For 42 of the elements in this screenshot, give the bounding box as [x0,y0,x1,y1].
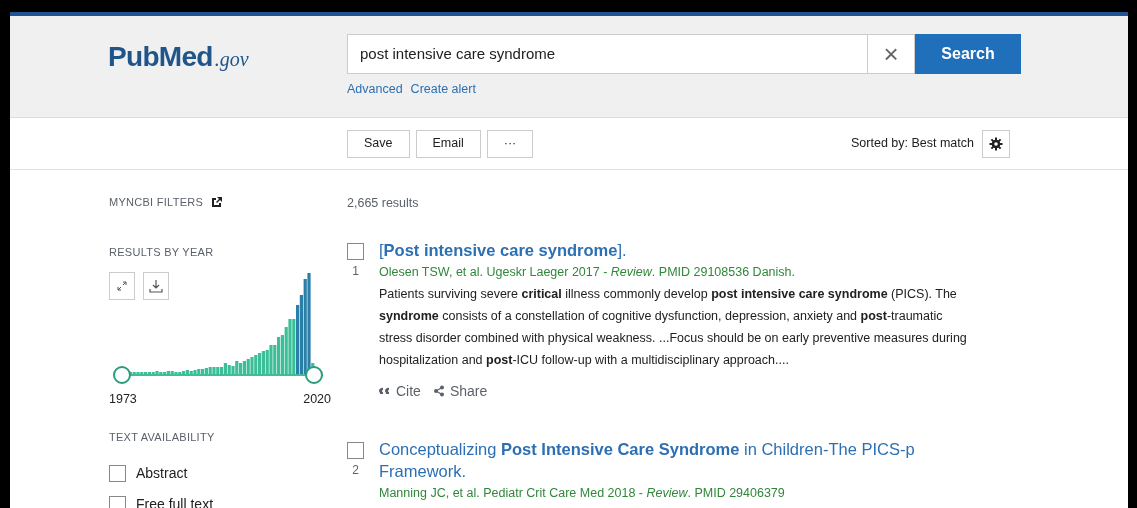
toolbar-button[interactable]: Save [347,129,410,158]
download-icon [149,279,163,293]
section-heading: TEXT AVAILABILITY [109,429,216,445]
section-heading: MYNCBI FILTERS [109,195,204,210]
result-snippet: Patients surviving severe critical illness commonly develop post intensive care syndrome (PICS). The syndrome consists of a constellation of cognitive dysfunction, depression, anxiety and post-traumatic stress disorder combined with physical weakness. ...Focus should be on early preventive measures during hospitalization and post-ICU follow-up with a multidisciplinary approach.... [379,285,968,369]
filter-label[interactable]: Abstract [136,463,188,485]
checkbox[interactable] [347,242,364,260]
section-heading: RESULTS BY YEAR [109,244,215,260]
logo-suffix: .gov [214,47,249,73]
search-field[interactable]: post intensive care syndrome [347,34,868,74]
citation: Manning JC, et al. Pediatr Crit Care Med 2018 - Review. PMID 29406379 [379,484,786,502]
result-number: 2 [352,461,359,479]
results-count: 2,665 results [347,195,420,212]
share-button[interactable]: Share [432,380,488,402]
cite-button[interactable]: Cite [379,380,421,402]
link[interactable]: Advanced [347,80,403,99]
checkbox[interactable] [109,496,126,508]
clear-button[interactable]: × [868,34,915,74]
checkbox[interactable] [109,465,126,483]
external-link-icon[interactable] [211,196,224,209]
toolbar-button[interactable]: ··· [486,129,534,158]
expand-icon [117,281,127,291]
checkbox[interactable] [347,441,364,459]
result-title[interactable]: Conceptualizing Post Intensive Care Syndrome in Children-The PICS-p Framework. [379,437,979,482]
download-button[interactable] [143,272,169,300]
expand-button[interactable] [109,272,135,300]
result-number: 1 [352,262,359,280]
toolbar-button[interactable]: Email [415,129,481,158]
sort-label[interactable]: Sorted by: Best match [851,134,974,153]
link[interactable]: Create alert [410,80,476,99]
search-button[interactable]: Search [915,34,1021,74]
citation: Olesen TSW, et al. Ugeskr Laeger 2017 - Review. PMID 29108536 Danish. [379,263,796,281]
quote-icon [379,385,391,397]
year-label: 1973 [109,391,137,408]
year-label: 2020 [303,391,331,408]
logo[interactable]: PubMed [108,36,213,78]
settings-icon [989,136,1003,151]
slider-handle[interactable] [305,366,323,384]
slider-handle[interactable] [113,366,131,384]
result-title[interactable]: [Post intensive care syndrome]. [379,238,979,261]
share-icon [432,385,445,397]
settings-button[interactable] [982,129,1010,158]
